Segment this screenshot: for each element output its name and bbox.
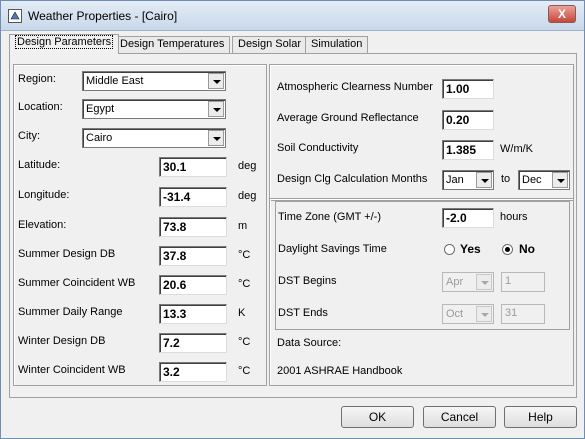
close-button[interactable]: X	[548, 5, 576, 23]
clg-end-month-dropdown[interactable]: Dec	[518, 170, 570, 190]
dst-no-label[interactable]: No	[519, 242, 535, 256]
location-dropdown[interactable]: Egypt	[82, 99, 226, 119]
longitude-input[interactable]: -31.4	[159, 187, 227, 207]
summer-coincident-wb-input[interactable]: 20.6	[159, 275, 227, 295]
tab-design-parameters[interactable]: Design Parameters	[9, 34, 120, 54]
dst-yes-label[interactable]: Yes	[460, 242, 481, 256]
longitude-unit: deg	[238, 190, 257, 202]
time-zone-label: Time Zone (GMT +/-)	[278, 211, 381, 223]
summer-design-db-unit: °C	[238, 249, 251, 261]
longitude-label: Longitude:	[18, 189, 70, 201]
window-title: Weather Properties - [Cairo]	[28, 9, 178, 23]
chevron-down-icon[interactable]	[208, 101, 224, 117]
dst-begins-label: DST Begins	[278, 275, 337, 287]
location-label: Location:	[18, 101, 63, 113]
winter-coincident-wb-unit: °C	[238, 365, 251, 377]
tab-design-temperatures[interactable]: Design Temperatures	[114, 36, 231, 53]
winter-design-db-label: Winter Design DB	[18, 335, 106, 347]
region-label: Region:	[18, 73, 56, 85]
title-bar[interactable]: Weather Properties - [Cairo] X	[1, 1, 584, 31]
data-source-label: Data Source:	[277, 337, 342, 349]
clg-months-label: Design Clg Calculation Months	[277, 173, 428, 185]
time-zone-subgroup: Time Zone (GMT +/-) -2.0 hours Daylight …	[275, 201, 570, 330]
weather-app-icon	[8, 9, 22, 23]
winter-design-db-unit: °C	[238, 336, 251, 348]
ground-reflectance-label: Average Ground Reflectance	[277, 112, 419, 124]
summer-coincident-wb-unit: °C	[238, 278, 251, 290]
help-button[interactable]: Help	[504, 406, 577, 428]
soil-conductivity-input[interactable]: 1.385	[442, 140, 494, 160]
dst-yes-radio[interactable]	[444, 244, 455, 255]
summer-coincident-wb-label: Summer Coincident WB	[18, 277, 136, 289]
soil-conductivity-unit: W/m/K	[500, 143, 533, 155]
chevron-down-icon[interactable]	[552, 172, 568, 188]
latitude-input[interactable]: 30.1	[159, 157, 227, 177]
region-dropdown[interactable]: Middle East	[82, 71, 226, 91]
chevron-down-icon[interactable]	[476, 172, 492, 188]
dst-ends-day-input[interactable]: 31	[501, 304, 545, 324]
city-dropdown[interactable]: Cairo	[82, 128, 226, 148]
summer-design-db-input[interactable]: 37.8	[159, 246, 227, 266]
dst-no-radio[interactable]	[502, 244, 513, 255]
city-label: City:	[18, 130, 40, 142]
ground-reflectance-input[interactable]: 0.20	[442, 110, 494, 130]
location-group: Region: Middle East Location: Egypt City…	[13, 64, 267, 386]
cancel-button[interactable]: Cancel	[423, 406, 496, 428]
weather-properties-window: Weather Properties - [Cairo] X Design Pa…	[0, 0, 585, 439]
solar-soil-group: Atmospheric Clearness Number 1.00 Averag…	[269, 64, 574, 201]
chevron-down-icon[interactable]	[476, 274, 492, 290]
summer-daily-range-unit: K	[238, 307, 246, 319]
design-parameters-panel: Region: Middle East Location: Egypt City…	[9, 53, 577, 398]
ok-button[interactable]: OK	[341, 406, 414, 428]
elevation-input[interactable]: 73.8	[159, 217, 227, 237]
summer-daily-range-input[interactable]: 13.3	[159, 304, 227, 324]
time-zone-unit: hours	[500, 211, 528, 223]
elevation-unit: m	[238, 220, 248, 232]
clg-start-month-dropdown[interactable]: Jan	[442, 170, 494, 190]
winter-coincident-wb-input[interactable]: 3.2	[159, 362, 227, 382]
clearness-label: Atmospheric Clearness Number	[277, 81, 433, 93]
chevron-down-icon[interactable]	[208, 73, 224, 89]
time-zone-group: Time Zone (GMT +/-) -2.0 hours Daylight …	[269, 198, 574, 386]
clg-to-label: to	[501, 173, 511, 185]
latitude-label: Latitude:	[18, 159, 61, 171]
chevron-down-icon[interactable]	[208, 130, 224, 146]
tab-design-solar[interactable]: Design Solar	[232, 36, 307, 53]
winter-design-db-input[interactable]: 7.2	[159, 333, 227, 353]
winter-coincident-wb-label: Winter Coincident WB	[18, 364, 126, 376]
summer-daily-range-label: Summer Daily Range	[18, 306, 123, 318]
dst-begins-month-dropdown[interactable]: Apr	[442, 272, 494, 292]
dst-ends-label: DST Ends	[278, 307, 328, 319]
time-zone-input[interactable]: -2.0	[442, 208, 494, 228]
summer-design-db-label: Summer Design DB	[18, 248, 116, 260]
soil-conductivity-label: Soil Conductivity	[277, 142, 359, 154]
latitude-unit: deg	[238, 160, 257, 172]
chevron-down-icon[interactable]	[476, 306, 492, 322]
elevation-label: Elevation:	[18, 219, 67, 231]
clearness-input[interactable]: 1.00	[442, 79, 494, 99]
tab-simulation[interactable]: Simulation	[305, 36, 369, 53]
data-source-value: 2001 ASHRAE Handbook	[277, 365, 403, 377]
dst-ends-month-dropdown[interactable]: Oct	[442, 304, 494, 324]
dst-label: Daylight Savings Time	[278, 243, 387, 255]
dst-begins-day-input[interactable]: 1	[501, 272, 545, 292]
